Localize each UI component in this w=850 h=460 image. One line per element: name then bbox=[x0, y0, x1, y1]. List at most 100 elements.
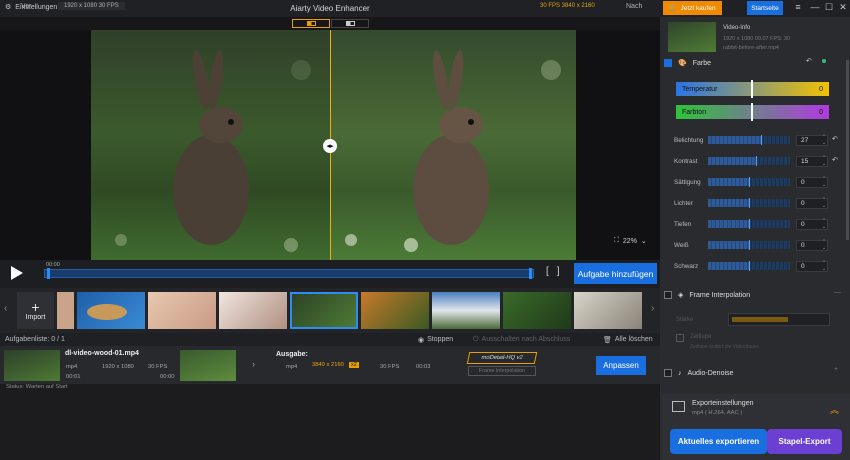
reset-icon[interactable]: ↶ bbox=[832, 135, 838, 143]
thumbnail-item[interactable] bbox=[432, 292, 500, 329]
slider-fill bbox=[708, 178, 749, 186]
reset-icon[interactable]: ↶ bbox=[806, 57, 812, 65]
zeitlupe-sub: Zeitlupe ändert die Videodauer bbox=[690, 344, 759, 350]
clear-label: Alle löschen bbox=[614, 336, 653, 343]
zeitlupe-checkbox[interactable] bbox=[676, 334, 684, 342]
slider-label: Kontrast bbox=[674, 158, 698, 165]
task-count: Aufgabenliste: 0 / 1 bbox=[5, 336, 65, 343]
temperature-thumb[interactable] bbox=[751, 80, 753, 98]
before-label: Vor bbox=[21, 3, 32, 10]
slider-thumb[interactable] bbox=[755, 156, 757, 166]
thumbnail-item[interactable] bbox=[503, 292, 571, 329]
timeline-track[interactable] bbox=[44, 269, 534, 278]
slider-label: Weiß bbox=[674, 242, 689, 249]
chevron-up-icon[interactable]: ︽ bbox=[830, 403, 839, 416]
thumbnail-item[interactable] bbox=[219, 292, 287, 329]
thumbnail-item[interactable] bbox=[148, 292, 216, 329]
stepper-icon[interactable]: ⌃⌄ bbox=[821, 155, 827, 167]
output-resolution: 30 FPS 3840 x 2160 bbox=[540, 3, 595, 9]
frame-interp-badge: Frame Interpolation bbox=[468, 366, 536, 376]
chevron-left-icon[interactable]: ‹ bbox=[4, 303, 7, 314]
frame-interp-label: Frame Interpolation bbox=[689, 291, 751, 299]
model-badge[interactable]: moDetail-HQ v2 bbox=[466, 352, 538, 364]
farbe-label: Farbe bbox=[692, 59, 712, 67]
add-task-button[interactable]: Aufgabe hinzufügen bbox=[574, 263, 657, 284]
thumbnail-item[interactable] bbox=[57, 292, 74, 329]
expand-icon[interactable]: + bbox=[834, 366, 838, 373]
slider-thumb[interactable] bbox=[749, 240, 750, 250]
tint-value: 0 bbox=[819, 108, 823, 116]
video-info-line2: rabbit-before-after.mp4 bbox=[723, 45, 779, 51]
play-icon[interactable] bbox=[10, 265, 24, 281]
rabbit-before-image bbox=[115, 50, 311, 252]
adjust-button[interactable]: Anpassen bbox=[596, 356, 646, 375]
temperature-label: Temperatur bbox=[682, 85, 718, 93]
audio-denoise-checkbox[interactable] bbox=[664, 369, 672, 377]
staerke-select[interactable] bbox=[728, 313, 830, 326]
reset-icon[interactable]: ↶ bbox=[832, 156, 838, 164]
collapse-icon[interactable]: — bbox=[834, 289, 841, 296]
trash-icon: 🗑 bbox=[603, 337, 612, 344]
menu-icon[interactable]: ≡ bbox=[791, 2, 805, 12]
shutdown-option[interactable]: ⏻ Ausschalten nach Abschluss bbox=[473, 336, 570, 344]
split-view-button[interactable] bbox=[292, 19, 330, 28]
thumbnail-item[interactable] bbox=[574, 292, 642, 329]
export-current-button[interactable]: Aktuelles exportieren bbox=[670, 429, 767, 454]
timeline-in-marker[interactable] bbox=[47, 268, 50, 279]
slider-fill bbox=[708, 199, 749, 207]
trim-end-icon[interactable]: ] bbox=[557, 266, 560, 277]
chevron-right-icon[interactable]: › bbox=[651, 303, 654, 314]
stepper-icon[interactable]: ⌃⌄ bbox=[821, 197, 827, 209]
stepper-icon[interactable]: ⌃⌄ bbox=[821, 218, 827, 230]
rabbit-after-image bbox=[345, 50, 561, 252]
zoom-control[interactable]: ⛶ 22% ⌄ bbox=[614, 237, 647, 245]
section-frame-interpolation[interactable]: ◈ Frame Interpolation bbox=[664, 289, 844, 301]
import-button[interactable]: + Import bbox=[17, 292, 54, 329]
chevron-down-icon: ⌄ bbox=[640, 238, 647, 245]
slider-fill bbox=[708, 136, 762, 144]
slider-track[interactable] bbox=[708, 136, 790, 144]
slider-thumb[interactable] bbox=[749, 177, 750, 187]
section-audio-denoise[interactable]: ♪ Audio-Denoise bbox=[664, 367, 844, 379]
slider-thumb[interactable] bbox=[761, 135, 763, 145]
batch-export-button[interactable]: Stapel-Export bbox=[767, 429, 842, 454]
clear-all-button[interactable]: 🗑 Alle löschen bbox=[603, 336, 653, 344]
slider-fill bbox=[708, 157, 756, 165]
slider-thumb[interactable] bbox=[749, 198, 750, 208]
tint-thumb[interactable] bbox=[751, 103, 753, 121]
section-farbe[interactable]: 🎨 Farbe bbox=[664, 57, 844, 69]
side-by-side-button[interactable] bbox=[331, 19, 369, 28]
output-scale-badge: x2 bbox=[349, 362, 359, 368]
slider-label: Tiefen bbox=[674, 221, 692, 228]
stepper-icon[interactable]: ⌃⌄ bbox=[821, 260, 827, 272]
thumbnail-item[interactable] bbox=[361, 292, 429, 329]
thumbnail-item-selected[interactable] bbox=[290, 292, 358, 329]
minimize-icon[interactable]: — bbox=[808, 2, 822, 12]
audio-denoise-label: Audio-Denoise bbox=[687, 369, 734, 377]
thumbnail-item[interactable] bbox=[77, 292, 145, 329]
close-icon[interactable]: ✕ bbox=[836, 2, 850, 13]
stop-button[interactable]: ◉ Stoppen bbox=[418, 336, 453, 344]
frame-interp-checkbox[interactable] bbox=[664, 291, 672, 299]
slider-thumb[interactable] bbox=[749, 261, 750, 271]
trim-start-icon[interactable]: [ bbox=[546, 266, 549, 277]
stepper-icon[interactable]: ⌃⌄ bbox=[821, 176, 827, 188]
output-label: Ausgabe: bbox=[276, 351, 308, 358]
compare-header bbox=[0, 17, 660, 30]
home-button[interactable]: Startseite bbox=[747, 1, 783, 15]
timeline-out-marker[interactable] bbox=[529, 268, 532, 279]
buy-now-button[interactable]: 🛒 Jetzt kaufen bbox=[663, 1, 722, 15]
panel-scrollbar[interactable] bbox=[846, 60, 849, 240]
farbe-checkbox[interactable] bbox=[664, 59, 672, 67]
stepper-icon[interactable]: ⌃⌄ bbox=[821, 239, 827, 251]
task-filename: dl-video-wood-01.mp4 bbox=[65, 350, 139, 357]
status-dot-icon bbox=[822, 59, 826, 63]
slider-track[interactable] bbox=[708, 157, 790, 165]
stepper-icon[interactable]: ⌃⌄ bbox=[821, 134, 827, 146]
slider-thumb[interactable] bbox=[749, 219, 750, 229]
shutdown-label: Ausschalten nach Abschluss bbox=[481, 336, 571, 343]
compare-handle-icon[interactable]: ◂▸ bbox=[323, 139, 337, 153]
island-thumbnail-image bbox=[87, 304, 127, 320]
maximize-icon[interactable]: ☐ bbox=[822, 2, 836, 13]
plus-icon: + bbox=[31, 299, 40, 315]
